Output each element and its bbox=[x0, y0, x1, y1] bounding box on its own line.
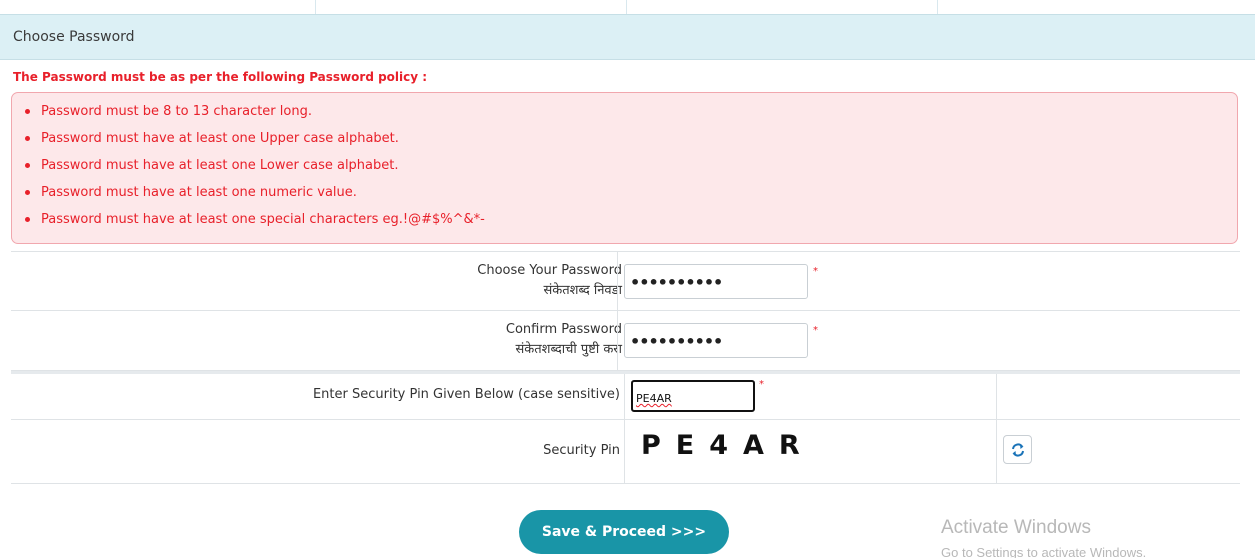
policy-item: Password must have at least one numeric … bbox=[24, 183, 485, 210]
policy-item: Password must be 8 to 13 character long. bbox=[24, 102, 485, 129]
cell-divider bbox=[624, 374, 625, 484]
required-asterisk: * bbox=[759, 379, 764, 390]
security-pin-input[interactable]: PE4AR bbox=[631, 380, 755, 412]
table-divider bbox=[315, 0, 316, 14]
watermark-title: Activate Windows bbox=[941, 517, 1091, 538]
security-pin-label: Security Pin bbox=[543, 443, 620, 458]
choose-password-label: Choose Your Password संकेतशब्द निवडा bbox=[477, 261, 622, 301]
save-proceed-button[interactable]: Save & Proceed >>> bbox=[519, 510, 729, 554]
refresh-captcha-button[interactable] bbox=[1003, 435, 1032, 464]
table-divider bbox=[937, 0, 938, 14]
choose-password-label-mr: संकेतशब्द निवडा bbox=[543, 283, 622, 298]
security-pin-table: Enter Security Pin Given Below (case sen… bbox=[11, 371, 1240, 484]
choose-password-row: Choose Your Password संकेतशब्द निवडा •••… bbox=[11, 251, 1240, 311]
policy-list: Password must be 8 to 13 character long.… bbox=[24, 102, 485, 237]
table-divider bbox=[626, 0, 627, 14]
choose-password-input[interactable]: •••••••••• bbox=[624, 264, 808, 299]
confirm-password-label-mr: संकेतशब्दाची पुष्टी करा bbox=[515, 342, 622, 357]
cell-divider bbox=[996, 374, 997, 484]
policy-alert-box: Password must be 8 to 13 character long.… bbox=[11, 92, 1238, 244]
policy-item: Password must have at least one Lower ca… bbox=[24, 156, 485, 183]
security-pin-input-label: Enter Security Pin Given Below (case sen… bbox=[312, 387, 620, 402]
section-header: Choose Password bbox=[0, 14, 1255, 60]
confirm-password-label: Confirm Password संकेतशब्दाची पुष्टी करा bbox=[506, 320, 622, 360]
captcha-image: PE4AR bbox=[641, 430, 815, 461]
watermark-subtitle: Go to Settings to activate Windows. bbox=[941, 545, 1147, 558]
policy-title: The Password must be as per the followin… bbox=[13, 70, 428, 84]
policy-item: Password must have at least one special … bbox=[24, 210, 485, 237]
required-asterisk: * bbox=[813, 325, 818, 336]
confirm-password-input[interactable]: •••••••••• bbox=[624, 323, 808, 358]
choose-password-label-en: Choose Your Password bbox=[477, 263, 622, 278]
top-table-remnant bbox=[0, 0, 1255, 14]
required-asterisk: * bbox=[813, 266, 818, 277]
cell-divider bbox=[617, 311, 618, 370]
cell-divider bbox=[617, 252, 618, 310]
policy-item: Password must have at least one Upper ca… bbox=[24, 129, 485, 156]
row-divider bbox=[11, 419, 1240, 420]
activate-windows-watermark: Activate Windows Go to Settings to activ… bbox=[941, 517, 1146, 558]
confirm-password-row: Confirm Password संकेतशब्दाची पुष्टी करा… bbox=[11, 311, 1240, 371]
refresh-icon bbox=[1012, 443, 1024, 457]
section-title: Choose Password bbox=[13, 29, 135, 45]
confirm-password-label-en: Confirm Password bbox=[505, 322, 622, 337]
